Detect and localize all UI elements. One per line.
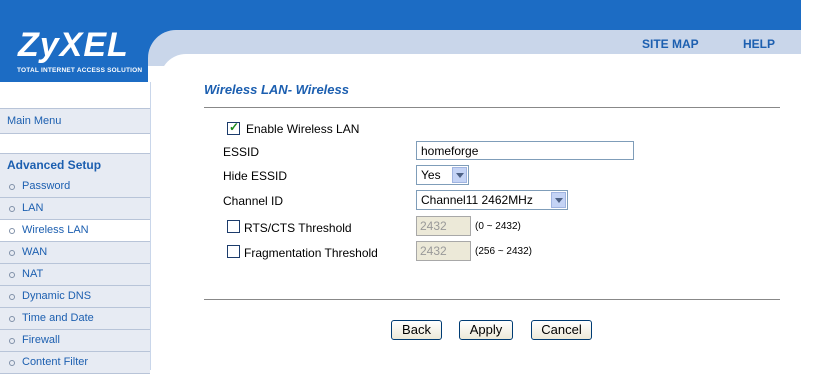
sidebar-section-advanced-setup: Advanced Setup: [0, 153, 150, 177]
channel-id-value: Channel11 2462MHz: [421, 193, 533, 207]
hide-essid-value: Yes: [421, 168, 441, 182]
sidebar-item-password[interactable]: Password: [0, 176, 150, 198]
sidebar-item-label: Dynamic DNS: [22, 290, 92, 302]
apply-button[interactable]: Apply: [459, 320, 513, 340]
rts-threshold-range: (0 ~ 2432): [475, 221, 521, 232]
hide-essid-select[interactable]: Yes: [416, 165, 469, 185]
essid-label: ESSID: [223, 145, 260, 159]
rts-threshold-input[interactable]: 2432: [416, 216, 471, 236]
sidebar-item-content-filter[interactable]: Content Filter: [0, 352, 150, 374]
help-link[interactable]: HELP: [743, 37, 775, 51]
sidebar-item-dynamic-dns[interactable]: Dynamic DNS: [0, 286, 150, 308]
logo-subtitle: TOTAL INTERNET ACCESS SOLUTION: [17, 67, 143, 74]
site-map-link[interactable]: SITE MAP: [642, 37, 699, 51]
main-menu-link[interactable]: Main Menu: [0, 108, 150, 134]
sidebar-item-time-and-date[interactable]: Time and Date: [0, 308, 150, 330]
sidebar-item-label: Password: [22, 180, 71, 192]
chevron-down-icon[interactable]: [551, 192, 566, 208]
sidebar-item-label: Content Filter: [22, 356, 89, 368]
sidebar-item-label: Firewall: [22, 334, 60, 346]
hide-essid-label: Hide ESSID: [223, 169, 288, 183]
sidebar-item-lan[interactable]: LAN: [0, 198, 150, 220]
fragmentation-threshold-range: (256 ~ 2432): [475, 246, 532, 257]
sidebar-item-label: NAT: [22, 268, 44, 280]
sidebar-item-label: Wireless LAN: [22, 224, 89, 236]
sidebar-item-label: Time and Date: [22, 312, 94, 324]
enable-wireless-checkbox[interactable]: [227, 120, 240, 135]
fragmentation-threshold-checkbox[interactable]: [227, 245, 240, 258]
back-button[interactable]: Back: [391, 320, 442, 340]
sidebar-item-label: LAN: [22, 202, 44, 214]
channel-id-label: Channel ID: [223, 194, 284, 208]
divider-top: [204, 107, 780, 108]
logo: ZyXEL TOTAL INTERNET ACCESS SOLUTION: [0, 0, 148, 82]
bullet-icon: [9, 316, 15, 322]
sidebar-item-nat[interactable]: NAT: [0, 264, 150, 286]
bullet-icon: [9, 184, 15, 190]
page-title: Wireless LAN- Wireless: [204, 82, 349, 97]
bullet-icon: [9, 338, 15, 344]
main-menu-label: Main Menu: [7, 115, 62, 127]
divider-bottom: [204, 299, 780, 300]
sidebar-item-firewall[interactable]: Firewall: [0, 330, 150, 352]
sidebar-item-label: WAN: [22, 246, 48, 258]
logo-text: ZyXEL: [18, 26, 129, 64]
enable-wireless-label: Enable Wireless LAN: [246, 122, 360, 136]
bullet-icon: [9, 250, 15, 256]
section-title: Advanced Setup: [7, 158, 102, 172]
bullet-icon: [9, 360, 15, 366]
channel-id-select[interactable]: Channel11 2462MHz: [416, 190, 568, 210]
chevron-down-icon[interactable]: [452, 167, 467, 183]
bullet-icon: [9, 206, 15, 212]
sidebar-item-wan[interactable]: WAN: [0, 242, 150, 264]
rts-threshold-checkbox[interactable]: [227, 220, 240, 233]
bullet-icon: [9, 228, 15, 234]
sidebar-divider: [150, 82, 151, 370]
bullet-icon: [9, 272, 15, 278]
bullet-icon: [9, 294, 15, 300]
sidebar-item-wireless-lan[interactable]: Wireless LAN: [0, 220, 150, 242]
fragmentation-threshold-label: Fragmentation Threshold: [244, 246, 378, 260]
essid-input[interactable]: homeforge: [416, 141, 634, 160]
cancel-button[interactable]: Cancel: [531, 320, 592, 340]
rts-threshold-label: RTS/CTS Threshold: [244, 221, 352, 235]
fragmentation-threshold-input[interactable]: 2432: [416, 241, 471, 261]
